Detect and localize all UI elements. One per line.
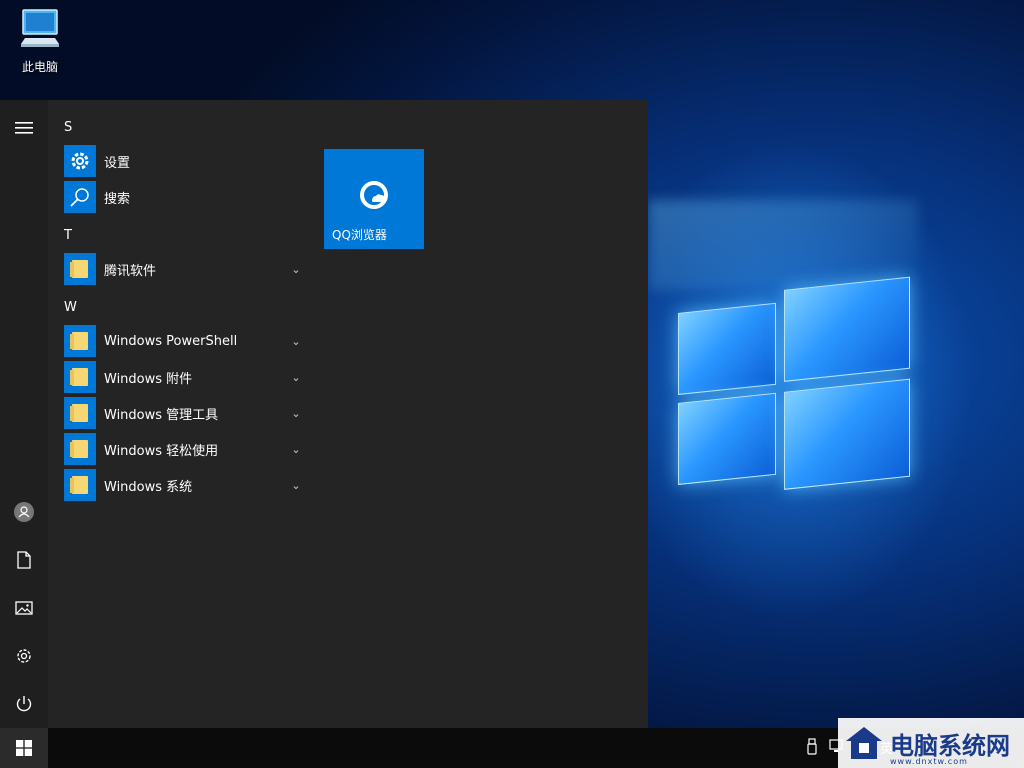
documents-icon (17, 551, 31, 569)
app-folder-tencent[interactable]: 腾讯软件 ⌄ (64, 253, 304, 285)
app-label: Windows 附件 (104, 371, 193, 387)
folder-icon (70, 332, 88, 350)
start-menu-rail (0, 100, 48, 728)
hamburger-menu-icon (15, 122, 33, 134)
app-label: Windows 管理工具 (104, 407, 219, 423)
app-label: 腾讯软件 (104, 263, 157, 279)
app-folder-windows-system[interactable]: Windows 系统 ⌄ (64, 469, 304, 501)
wallpaper-windows-logo (648, 248, 918, 526)
power-icon (16, 696, 32, 712)
app-search[interactable]: 搜索 (64, 181, 304, 213)
app-label: 设置 (104, 155, 131, 171)
house-logo-icon (846, 727, 882, 759)
pictures-button[interactable] (0, 588, 48, 628)
settings-icon (17, 649, 31, 663)
group-header-s[interactable]: S (64, 120, 72, 135)
app-folder-windows-powershell[interactable]: Windows PowerShell ⌄ (64, 325, 304, 357)
gear-icon (71, 152, 89, 170)
watermark-logo: 电脑系统网 www.dnxtw.com (838, 718, 1024, 768)
app-label: Windows 系统 (104, 479, 193, 495)
app-label: Windows 轻松使用 (104, 443, 219, 459)
user-avatar-icon (14, 502, 34, 522)
desktop-icon-label: 此电脑 (21, 60, 58, 74)
app-label: 搜索 (104, 191, 131, 207)
start-menu: S 设置 搜索 T 腾讯软件 ⌄ W Windows PowerShell ⌄ (0, 100, 648, 728)
watermark-url: www.dnxtw.com (890, 757, 968, 766)
watermark-text: 电脑系统网 (890, 730, 1010, 760)
chevron-down-icon: ⌄ (291, 478, 301, 492)
folder-icon (70, 476, 88, 494)
desktop-icon-this-pc[interactable]: 此电脑 (10, 8, 70, 75)
app-folder-windows-accessories[interactable]: Windows 附件 ⌄ (64, 361, 304, 393)
group-header-w[interactable]: W (64, 300, 77, 315)
search-icon (70, 188, 89, 207)
tile-qq-browser[interactable]: QQ浏览器 (324, 149, 424, 249)
group-header-t[interactable]: T (64, 228, 72, 243)
chevron-down-icon: ⌄ (291, 262, 301, 276)
app-folder-windows-ease-of-access[interactable]: Windows 轻松使用 ⌄ (64, 433, 304, 465)
app-folder-windows-admin-tools[interactable]: Windows 管理工具 ⌄ (64, 397, 304, 429)
expand-menu-button[interactable] (0, 108, 48, 148)
app-settings[interactable]: 设置 (64, 145, 304, 177)
pictures-icon (15, 601, 33, 615)
documents-button[interactable] (0, 540, 48, 580)
chevron-down-icon: ⌄ (291, 442, 301, 456)
chevron-down-icon: ⌄ (291, 406, 301, 420)
windows-logo-icon (16, 740, 32, 756)
tile-label: QQ浏览器 (332, 228, 387, 242)
start-button[interactable] (0, 728, 48, 768)
folder-icon (70, 404, 88, 422)
user-account-button[interactable] (0, 492, 48, 532)
computer-icon (21, 9, 59, 47)
settings-button[interactable] (0, 636, 48, 676)
usb-device-icon[interactable] (806, 738, 818, 756)
power-button[interactable] (0, 684, 48, 724)
folder-icon (70, 440, 88, 458)
folder-icon (70, 260, 88, 278)
chevron-down-icon: ⌄ (291, 370, 301, 384)
folder-icon (70, 368, 88, 386)
app-label: Windows PowerShell (104, 333, 238, 349)
qq-browser-icon (360, 181, 388, 209)
chevron-down-icon: ⌄ (291, 334, 301, 348)
